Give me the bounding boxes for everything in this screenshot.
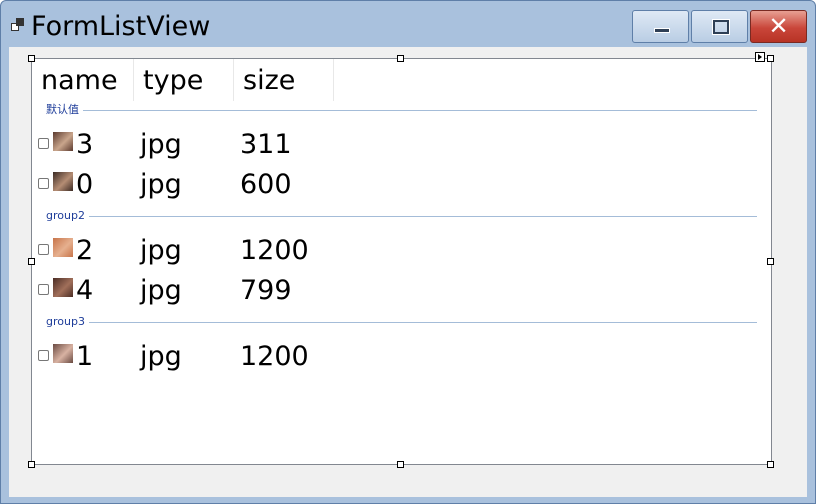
group-header-default[interactable]: 默认值 [46,103,83,117]
minimize-icon [654,28,670,33]
item-type: jpg [140,169,182,200]
group-header-group3[interactable]: group3 [46,315,89,329]
item-size: 600 [240,169,292,200]
column-header-type[interactable]: type [134,59,234,101]
close-button[interactable]: ✕ [750,10,807,43]
title-bar[interactable]: FormListView ✕ [1,1,815,47]
item-checkbox[interactable] [38,138,49,149]
column-header-name[interactable]: name [32,59,134,101]
resize-handle-top[interactable] [397,55,404,62]
item-name: 4 [76,275,94,306]
photo-thumbnail-icon [53,344,73,363]
app-window: FormListView ✕ name type size 默认值 3 jpg … [0,0,816,504]
item-size: 1200 [240,341,309,372]
item-name: 0 [76,169,94,200]
photo-thumbnail-icon [53,172,73,191]
item-checkbox[interactable] [38,244,49,255]
resize-handle-top-right[interactable] [767,55,774,62]
photo-thumbnail-icon [53,132,73,151]
list-item[interactable]: 3 jpg 311 [38,128,758,162]
column-header-size[interactable]: size [234,59,334,101]
item-checkbox[interactable] [38,178,49,189]
list-item[interactable]: 1 jpg 1200 [38,340,758,374]
app-icon[interactable] [11,18,25,31]
item-size: 799 [240,275,292,306]
maximize-icon [712,19,730,35]
group-header-group2[interactable]: group2 [46,209,89,223]
item-checkbox[interactable] [38,350,49,361]
smart-tag-arrow-icon[interactable] [755,52,765,62]
photo-thumbnail-icon [53,238,73,257]
resize-handle-bottom[interactable] [397,461,404,468]
list-item[interactable]: 4 jpg 799 [38,274,758,308]
item-size: 311 [240,129,292,160]
group-divider [46,216,757,217]
item-size: 1200 [240,235,309,266]
resize-handle-top-left[interactable] [28,55,35,62]
item-name: 2 [76,235,94,266]
item-type: jpg [140,235,182,266]
window-title: FormListView [31,11,211,42]
list-item[interactable]: 0 jpg 600 [38,168,758,202]
item-name: 1 [76,341,94,372]
item-name: 3 [76,129,94,160]
group-divider [46,110,757,111]
item-checkbox[interactable] [38,284,49,295]
resize-handle-bottom-left[interactable] [28,461,35,468]
list-view[interactable]: name type size 默认值 3 jpg 311 0 jpg 600 g… [31,58,772,465]
item-type: jpg [140,275,182,306]
close-icon: ✕ [768,12,789,40]
form-client-area: name type size 默认值 3 jpg 311 0 jpg 600 g… [9,47,807,497]
item-type: jpg [140,129,182,160]
photo-thumbnail-icon [53,278,73,297]
list-item[interactable]: 2 jpg 1200 [38,234,758,268]
resize-handle-left[interactable] [28,258,35,265]
resize-handle-right[interactable] [767,258,774,265]
maximize-button[interactable] [691,10,748,43]
group-divider [46,322,757,323]
minimize-button[interactable] [632,10,689,43]
resize-handle-bottom-right[interactable] [767,461,774,468]
item-type: jpg [140,341,182,372]
